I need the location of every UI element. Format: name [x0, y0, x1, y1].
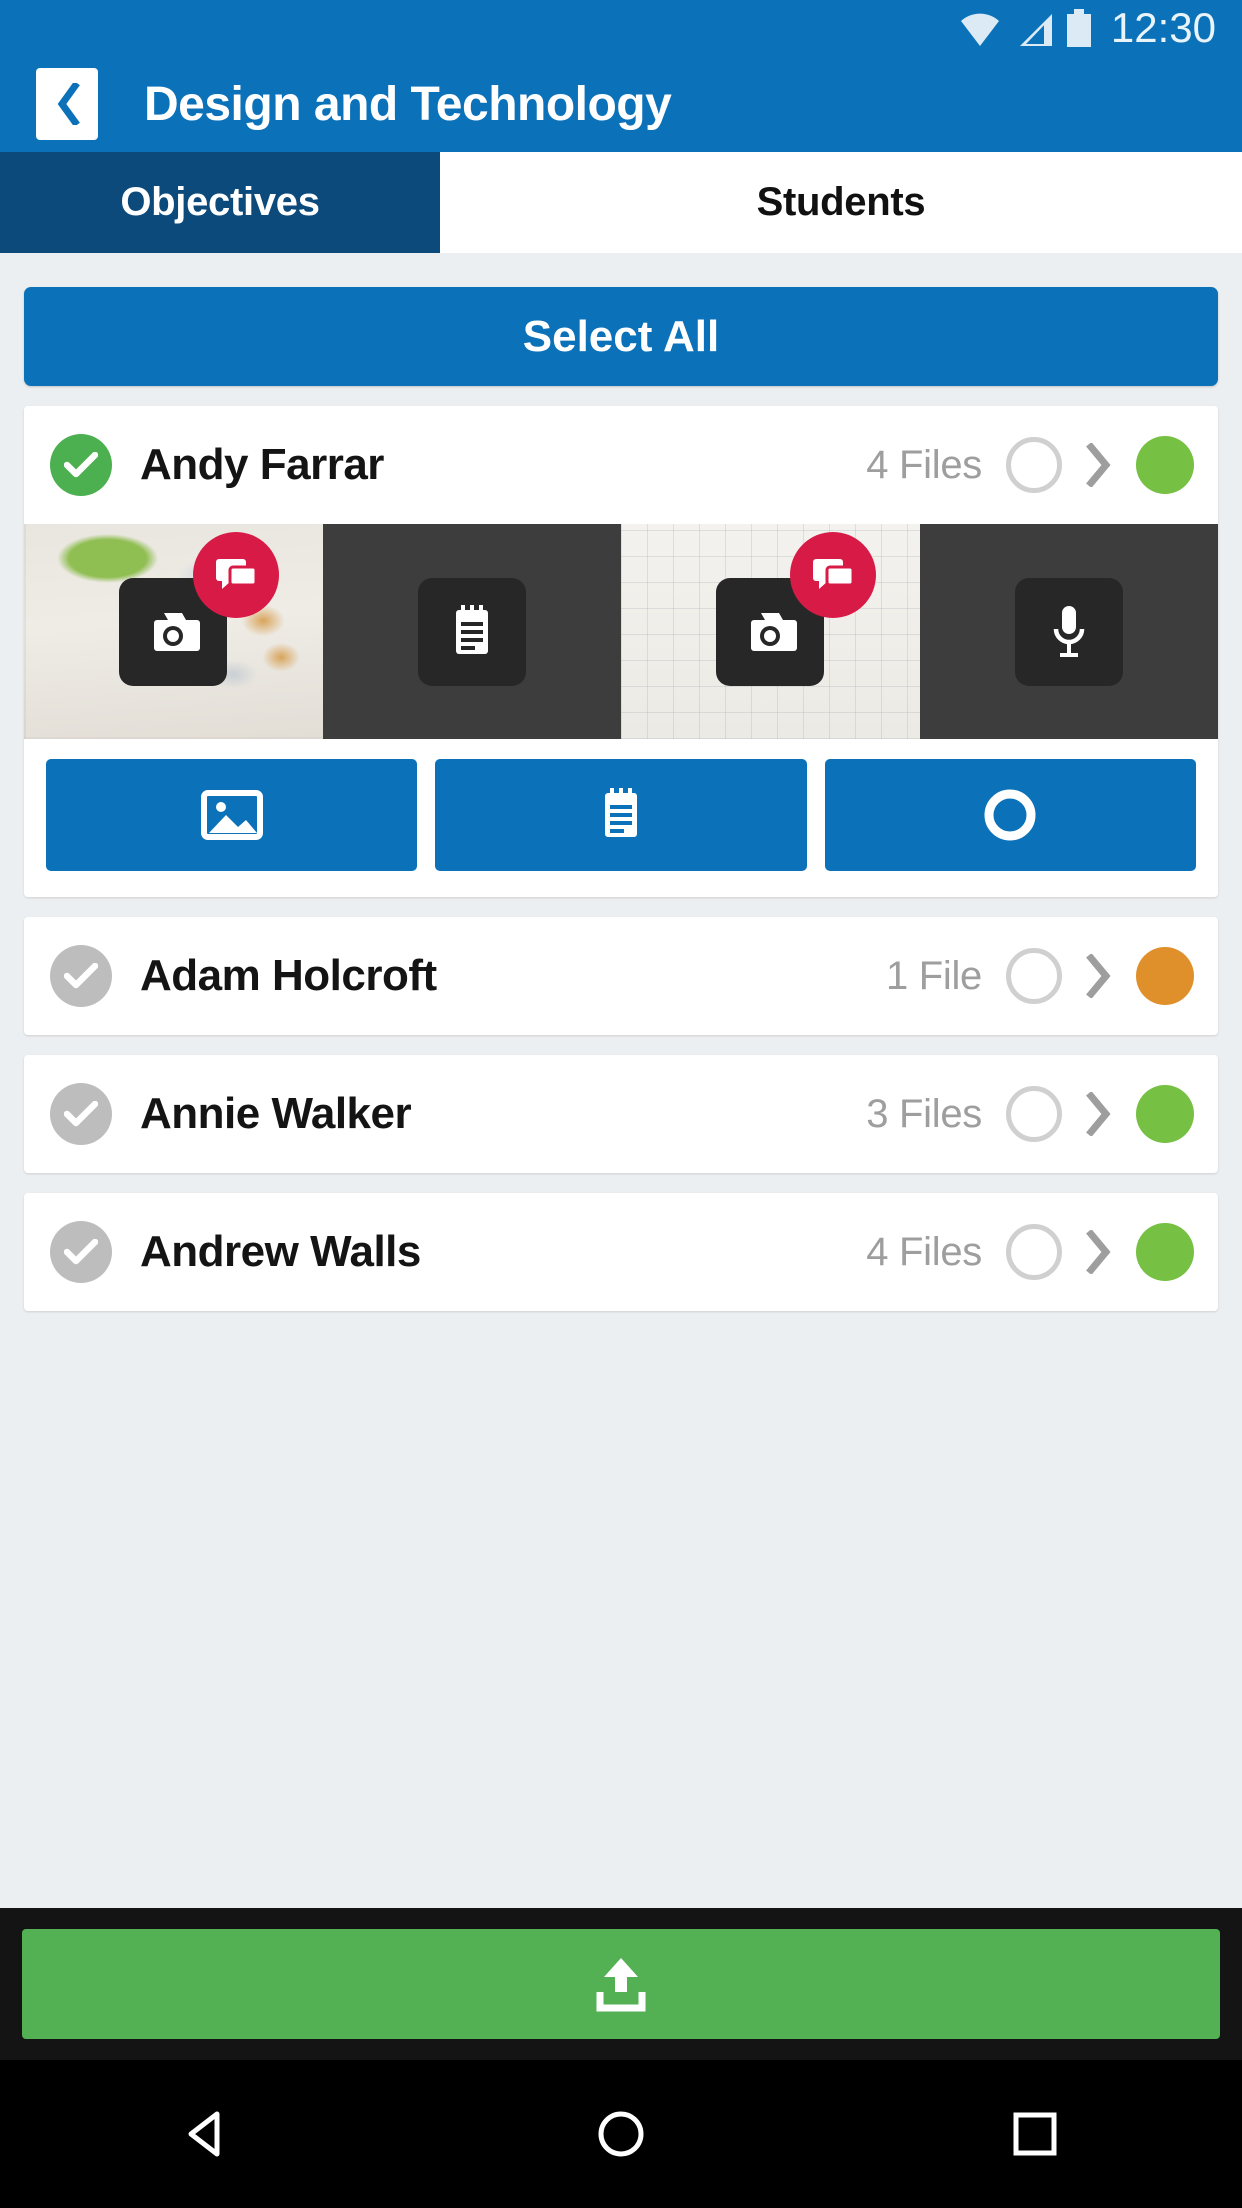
student-file-count: 3 Files [866, 1091, 982, 1136]
student-checkbox[interactable] [50, 1221, 112, 1283]
notepad-icon [598, 787, 644, 843]
comment-icon[interactable] [790, 531, 877, 618]
student-checkbox[interactable] [50, 434, 112, 496]
battery-icon [1066, 9, 1091, 47]
status-badge [1136, 1223, 1194, 1281]
chevron-right-icon[interactable] [1084, 442, 1114, 488]
media-thumbnail[interactable] [919, 524, 1218, 739]
upload-icon [590, 1954, 652, 2014]
tab-bar: Objectives Students [0, 152, 1242, 253]
home-circle-icon[interactable] [561, 2084, 681, 2184]
student-file-count: 1 File [885, 953, 982, 998]
status-icons [959, 9, 1091, 47]
student-name: Andrew Walls [140, 1227, 421, 1276]
student-name: Andy Farrar [140, 440, 384, 489]
student-card: Adam Holcroft 1 File [24, 917, 1218, 1035]
record-icon [982, 787, 1038, 843]
media-action-buttons [24, 739, 1218, 897]
student-row-andrew-walls[interactable]: Andrew Walls 4 Files [24, 1193, 1218, 1311]
progress-ring-icon[interactable] [1006, 437, 1062, 493]
status-badge [1136, 947, 1194, 1005]
upload-bar [0, 1908, 1242, 2060]
student-row-annie-walker[interactable]: Annie Walker 3 Files [24, 1055, 1218, 1173]
clock-time: 12:30 [1110, 4, 1216, 51]
record-audio-button[interactable] [824, 759, 1196, 871]
progress-ring-icon[interactable] [1006, 1224, 1062, 1280]
media-thumbnail-strip [24, 524, 1218, 739]
media-thumbnail[interactable] [322, 524, 621, 739]
signal-icon [1014, 13, 1054, 47]
progress-ring-icon[interactable] [1006, 1086, 1062, 1142]
notepad-icon [417, 577, 526, 686]
status-badge [1136, 1085, 1194, 1143]
media-thumbnail[interactable] [24, 524, 323, 739]
comment-icon[interactable] [193, 531, 280, 618]
upload-button[interactable] [22, 1929, 1220, 2039]
media-thumbnail[interactable] [621, 524, 920, 739]
student-file-count: 4 Files [866, 1229, 982, 1274]
student-card: Andrew Walls 4 Files [24, 1193, 1218, 1311]
chevron-right-icon[interactable] [1084, 953, 1114, 999]
add-note-button[interactable] [435, 759, 807, 871]
android-navigation-bar [0, 2060, 1242, 2208]
back-button[interactable] [36, 68, 98, 140]
student-checkbox[interactable] [50, 945, 112, 1007]
image-icon [200, 789, 263, 841]
student-name: Annie Walker [140, 1089, 412, 1138]
student-checkbox[interactable] [50, 1083, 112, 1145]
student-row-adam-holcroft[interactable]: Adam Holcroft 1 File [24, 917, 1218, 1035]
status-badge [1136, 436, 1194, 494]
tab-students[interactable]: Students [440, 152, 1242, 253]
student-name: Adam Holcroft [140, 951, 437, 1000]
student-row-andy-farrar[interactable]: Andy Farrar 4 Files [24, 406, 1218, 524]
status-bar: 12:30 [0, 0, 1242, 56]
select-all-button[interactable]: Select All [24, 287, 1218, 386]
page-title: Design and Technology [144, 77, 672, 131]
microphone-icon [1014, 577, 1123, 686]
tab-objectives[interactable]: Objectives [0, 152, 440, 253]
progress-ring-icon[interactable] [1006, 948, 1062, 1004]
chevron-left-icon [54, 83, 80, 125]
back-triangle-icon[interactable] [147, 2084, 267, 2184]
content-scroll-area[interactable]: Select All Andy Farrar 4 Files Adam Holc… [0, 253, 1242, 1908]
app-header: Design and Technology [0, 56, 1242, 152]
recents-square-icon[interactable] [975, 2084, 1095, 2184]
chevron-right-icon[interactable] [1084, 1229, 1114, 1275]
student-file-count: 4 Files [866, 442, 982, 487]
student-card: Annie Walker 3 Files [24, 1055, 1218, 1173]
chevron-right-icon[interactable] [1084, 1091, 1114, 1137]
student-card: Andy Farrar 4 Files [24, 406, 1218, 897]
wifi-icon [959, 13, 1001, 47]
add-image-button[interactable] [46, 759, 418, 871]
